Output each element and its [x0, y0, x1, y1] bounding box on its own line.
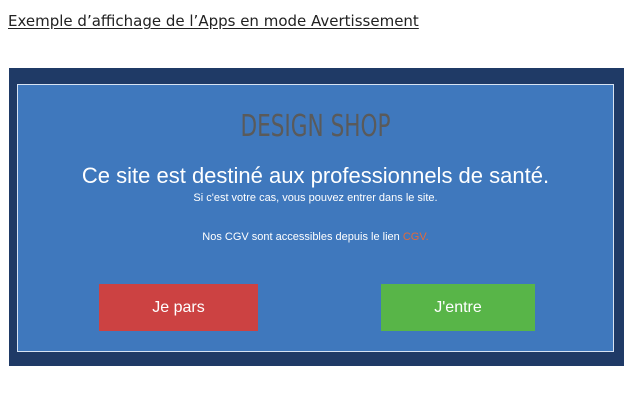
warning-modal-frame: DESIGN SHOP Ce site est destiné aux prof… [9, 68, 624, 366]
warning-headline: Ce site est destiné aux professionnels d… [81, 163, 550, 188]
leave-button[interactable]: Je pars [99, 284, 258, 331]
brand-logo: DESIGN SHOP [240, 109, 391, 144]
cgv-link[interactable]: CGV. [403, 231, 429, 243]
cgv-notice-text: Nos CGV sont accessibles depuis le lien [202, 231, 403, 243]
warning-subline: Si c'est votre cas, vous pouvez entrer d… [193, 192, 438, 204]
enter-button[interactable]: J'entre [381, 284, 535, 331]
leave-button-label: Je pars [152, 298, 205, 316]
enter-button-label: J'entre [434, 298, 482, 316]
warning-modal-panel: DESIGN SHOP Ce site est destiné aux prof… [17, 84, 614, 352]
cgv-notice: Nos CGV sont accessibles depuis le lien … [18, 231, 613, 243]
page-caption-link[interactable]: Exemple d’affichage de l’Apps en mode Av… [8, 12, 419, 30]
